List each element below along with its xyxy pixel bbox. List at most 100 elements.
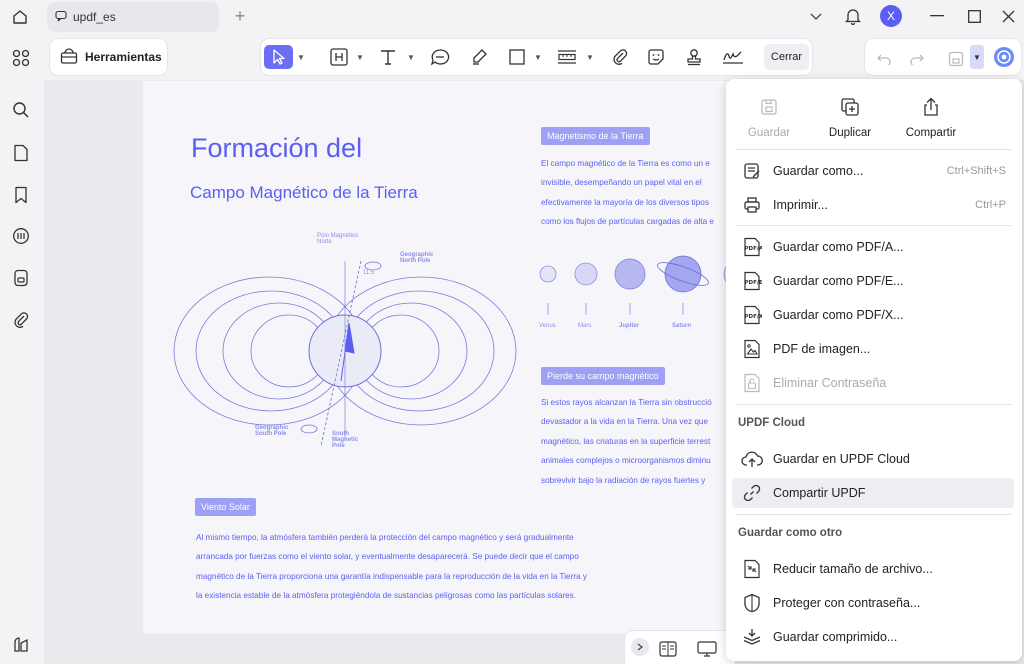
chevron-down-icon[interactable] <box>807 6 825 26</box>
pdf-x-icon: PDF/X <box>740 303 764 327</box>
menu-item-label: Guardar como PDF/E... <box>773 274 904 288</box>
highlighter-icon[interactable] <box>469 45 489 69</box>
ai-assistant-icon[interactable] <box>992 45 1016 69</box>
stamp-icon[interactable] <box>684 45 704 69</box>
page-icon[interactable] <box>9 141 33 165</box>
share-label: Compartir <box>905 127 957 139</box>
comment-tool-icon[interactable] <box>429 45 451 69</box>
save-icon[interactable] <box>947 47 965 71</box>
tools-button[interactable]: Herramientas <box>50 39 167 75</box>
text-line: arrancada por fuerzas como el viento sol… <box>196 552 579 562</box>
menu-item-save-pdfe[interactable]: PDF/E Guardar como PDF/E... <box>732 266 1014 296</box>
section3-text: Al mismo tiempo, la atmósfera también pe… <box>196 528 587 606</box>
text-line: sobrevivir bajo la radiación de rayos fu… <box>541 475 706 485</box>
menu-item-label: Guardar como PDF/X... <box>773 308 904 322</box>
save-menu-chevron-icon[interactable]: ▼ <box>970 45 984 69</box>
menu-item-label: Compartir UPDF <box>773 486 866 500</box>
printer-icon <box>740 193 764 217</box>
presentation-icon[interactable] <box>696 637 718 661</box>
menu-item-save-as[interactable]: Guardar como... Ctrl+Shift+S <box>732 156 1014 186</box>
chevron-down-icon[interactable]: ▼ <box>355 45 365 69</box>
chevron-down-icon[interactable]: ▼ <box>585 45 595 69</box>
menu-item-share-updf[interactable]: Compartir UPDF <box>732 478 1014 508</box>
sticker-icon[interactable] <box>646 45 666 69</box>
pdf-page: Formación del Campo Magnético de la Tier… <box>143 81 743 634</box>
measure-tool-icon[interactable] <box>556 45 578 69</box>
duplicate-icon <box>815 95 885 119</box>
minimize-icon[interactable] <box>927 6 947 26</box>
menu-item-save-pdfx[interactable]: PDF/X Guardar como PDF/X... <box>732 300 1014 330</box>
quick-save-button[interactable]: Guardar <box>734 95 804 145</box>
comments-panel-icon[interactable] <box>9 224 33 248</box>
expand-chevron-icon[interactable] <box>631 638 649 656</box>
text-line: Al mismo tiempo, la atmósfera también pe… <box>196 533 574 542</box>
left-sidebar <box>0 34 42 664</box>
divider <box>736 149 1012 150</box>
bell-icon[interactable] <box>843 6 863 26</box>
select-tool[interactable] <box>264 45 293 69</box>
svg-text:PDF/A: PDF/A <box>745 246 763 252</box>
archive-icon <box>740 625 764 649</box>
text-line: devastador a la vida en la Tierra. Una v… <box>541 417 709 427</box>
save-as-icon <box>740 159 764 183</box>
menu-item-protect-password[interactable]: Proteger con contraseña... <box>732 588 1014 618</box>
section-label-solar-wind: Viento Solar <box>195 498 256 516</box>
attachment-panel-icon[interactable] <box>9 266 33 290</box>
paperclip-icon[interactable] <box>9 308 33 332</box>
menu-item-label: Guardar en UPDF Cloud <box>773 452 910 466</box>
signature-icon[interactable] <box>720 45 746 69</box>
pdf-e-icon: PDF/E <box>740 269 764 293</box>
page-layout-icon[interactable] <box>658 637 678 661</box>
attachment-tool-icon[interactable] <box>610 45 630 69</box>
chevron-down-icon[interactable]: ▼ <box>296 45 306 69</box>
menu-item-label: PDF de imagen... <box>773 342 871 356</box>
menu-item-label: Proteger con contraseña... <box>773 596 921 610</box>
svg-text:PDF/E: PDF/E <box>745 280 763 286</box>
geographic-north-pole-label: Geographic North Pole <box>400 252 434 264</box>
menu-item-print[interactable]: Imprimir... Ctrl+P <box>732 190 1014 220</box>
menu-item-image-pdf[interactable]: PDF de imagen... <box>732 334 1014 364</box>
annotation-toolbar: ▼ ▼ ▼ ▼ ▼ Cerrar <box>261 39 812 75</box>
menu-item-save-pdfa[interactable]: PDF/A Guardar como PDF/A... <box>732 232 1014 262</box>
planet-label-saturn: Saturn <box>672 323 692 329</box>
chevron-down-icon[interactable]: ▼ <box>406 45 416 69</box>
text-tool-icon[interactable] <box>378 45 398 69</box>
menu-item-label: Guardar como... <box>773 164 864 178</box>
menu-item-reduce-size[interactable]: Reducir tamaño de archivo... <box>732 554 1014 584</box>
north-magnetic-pole-label: Polo Magnético Norte <box>317 233 359 245</box>
grid-icon[interactable] <box>9 46 33 70</box>
planet-label-jupiter: Jupiter <box>619 323 640 329</box>
right-toolbar: ▼ <box>865 39 1021 75</box>
heading-tool-icon[interactable] <box>329 45 349 69</box>
home-icon[interactable] <box>8 6 32 28</box>
redo-icon[interactable] <box>908 47 926 71</box>
duplicate-button[interactable]: Duplicar <box>815 95 885 145</box>
south-magnetic-pole-label: South Magnetic Pole <box>332 431 359 449</box>
close-window-icon[interactable] <box>998 6 1018 26</box>
chevron-down-icon[interactable]: ▼ <box>533 45 543 69</box>
menu-item-remove-password[interactable]: Eliminar Contraseña <box>732 368 1014 398</box>
bookmark-icon[interactable] <box>9 183 33 207</box>
avatar[interactable]: X <box>880 5 902 27</box>
comment-icon <box>55 10 67 25</box>
document-tab[interactable]: updf_es <box>47 2 219 32</box>
close-button[interactable]: Cerrar <box>764 44 809 70</box>
share-button[interactable]: Compartir <box>896 95 966 145</box>
text-line: como los flujos de partículas cargadas d… <box>541 217 714 227</box>
duplicate-label: Duplicar <box>828 127 872 139</box>
rectangle-tool-icon[interactable] <box>507 45 527 69</box>
planets-illustration <box>539 255 743 315</box>
add-tab-button[interactable]: + <box>231 6 249 26</box>
tab-title: updf_es <box>73 10 116 24</box>
layers-icon[interactable] <box>9 632 33 656</box>
undo-icon[interactable] <box>875 47 893 71</box>
menu-item-save-compressed[interactable]: Guardar comprimido... <box>732 622 1014 652</box>
tools-label: Herramientas <box>85 50 162 64</box>
shield-icon <box>740 591 764 615</box>
text-line: magnético de la Tierra proporciona una g… <box>196 571 587 581</box>
menu-item-save-to-cloud[interactable]: Guardar en UPDF Cloud <box>732 444 1014 474</box>
search-icon[interactable] <box>9 98 33 122</box>
section2-text: Si estos rayos alcanzan la Tierra sin ob… <box>541 393 712 490</box>
maximize-icon[interactable] <box>964 6 984 26</box>
angle-label: 11.5 <box>363 270 375 276</box>
